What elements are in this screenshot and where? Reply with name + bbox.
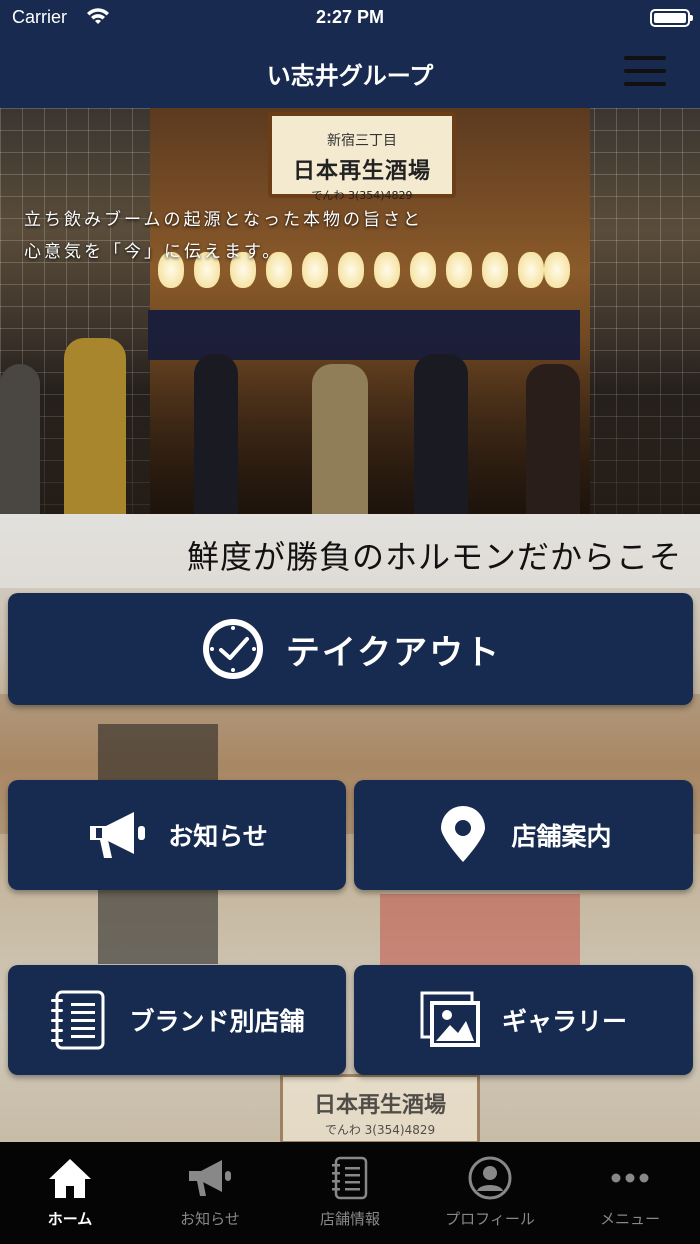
takeout-button[interactable]: テイクアウト [8, 593, 693, 705]
profile-icon [468, 1156, 512, 1200]
hamburger-line [624, 69, 666, 73]
nav-bar: い志井グループ [0, 36, 700, 108]
news-label: お知らせ [168, 822, 268, 851]
tab-home[interactable]: ホーム [0, 1142, 140, 1244]
clock-check-icon [202, 619, 263, 679]
takeout-label: テイクアウト [285, 632, 502, 673]
tab-news-label: お知らせ [180, 1210, 240, 1228]
gallery-button[interactable]: ギャラリー [354, 965, 693, 1075]
more-icon [611, 1173, 649, 1183]
hero-caption: 立ち飲みブームの起源となった本物の旨さと 心意気を「今」に伝えます。 [24, 204, 423, 268]
hero-people [0, 338, 700, 514]
megaphone-icon [90, 812, 146, 858]
hamburger-menu-button[interactable] [624, 56, 666, 88]
battery-icon [650, 9, 693, 27]
hero-caption-line1: 立ち飲みブームの起源となった本物の旨さと [24, 210, 423, 230]
store-guide-label: 店舗案内 [511, 822, 612, 851]
brand-stores-button[interactable]: ブランド別店舗 [8, 965, 346, 1075]
notebook-icon [332, 1156, 368, 1200]
hero-shop-sign: 新宿三丁目 日本再生酒場 でんわ 3(354)4829 [268, 112, 456, 202]
tab-store-info[interactable]: 店舗情報 [280, 1142, 420, 1244]
tab-bar: ホーム お知らせ 店舗情報 プロフィール メニュー [0, 1142, 700, 1244]
news-button[interactable]: お知らせ [8, 780, 346, 890]
tab-store-info-label: 店舗情報 [319, 1210, 380, 1228]
tab-menu-label: メニュー [599, 1210, 660, 1228]
hamburger-line [624, 82, 666, 86]
hero-sign-phone: でんわ 3(354)4829 [311, 189, 413, 202]
status-bar: Carrier 2:27 PM [0, 0, 700, 36]
news-ticker[interactable]: 鮮度が勝負のホルモンだからこそ [0, 514, 700, 588]
tab-news[interactable]: お知らせ [140, 1142, 280, 1244]
gallery-label: ギャラリー [501, 1007, 627, 1036]
megaphone-icon [189, 1160, 231, 1196]
home-icon [49, 1159, 91, 1198]
background-shop-sign: 日本再生酒場 でんわ 3(354)4829 [280, 1074, 480, 1144]
page-title: い志井グループ [266, 62, 434, 90]
tab-profile[interactable]: プロフィール [420, 1142, 560, 1244]
brand-stores-label: ブランド別店舗 [129, 1007, 305, 1036]
hero-sign-main: 日本再生酒場 [292, 159, 431, 184]
ticker-text: 鮮度が勝負のホルモンだからこそ [187, 538, 683, 576]
hero-caption-line2: 心意気を「今」に伝えます。 [24, 242, 283, 262]
tab-profile-label: プロフィール [445, 1210, 535, 1228]
background-sign-main: 日本再生酒場 [313, 1093, 446, 1118]
tab-menu[interactable]: メニュー [560, 1142, 700, 1244]
gallery-icon [420, 991, 480, 1047]
hero-photo: 新宿三丁目 日本再生酒場 でんわ 3(354)4829 立ち飲みブームの起源とな… [0, 108, 700, 514]
map-pin-icon [441, 806, 486, 862]
notebook-icon [51, 990, 105, 1050]
hero-sign-top: 新宿三丁目 [327, 133, 397, 149]
store-guide-button[interactable]: 店舗案内 [354, 780, 693, 890]
status-time: 2:27 PM [315, 7, 385, 27]
background-sign-phone: でんわ 3(354)4829 [324, 1123, 436, 1137]
hamburger-line [624, 56, 666, 60]
tab-home-label: ホーム [47, 1210, 93, 1228]
